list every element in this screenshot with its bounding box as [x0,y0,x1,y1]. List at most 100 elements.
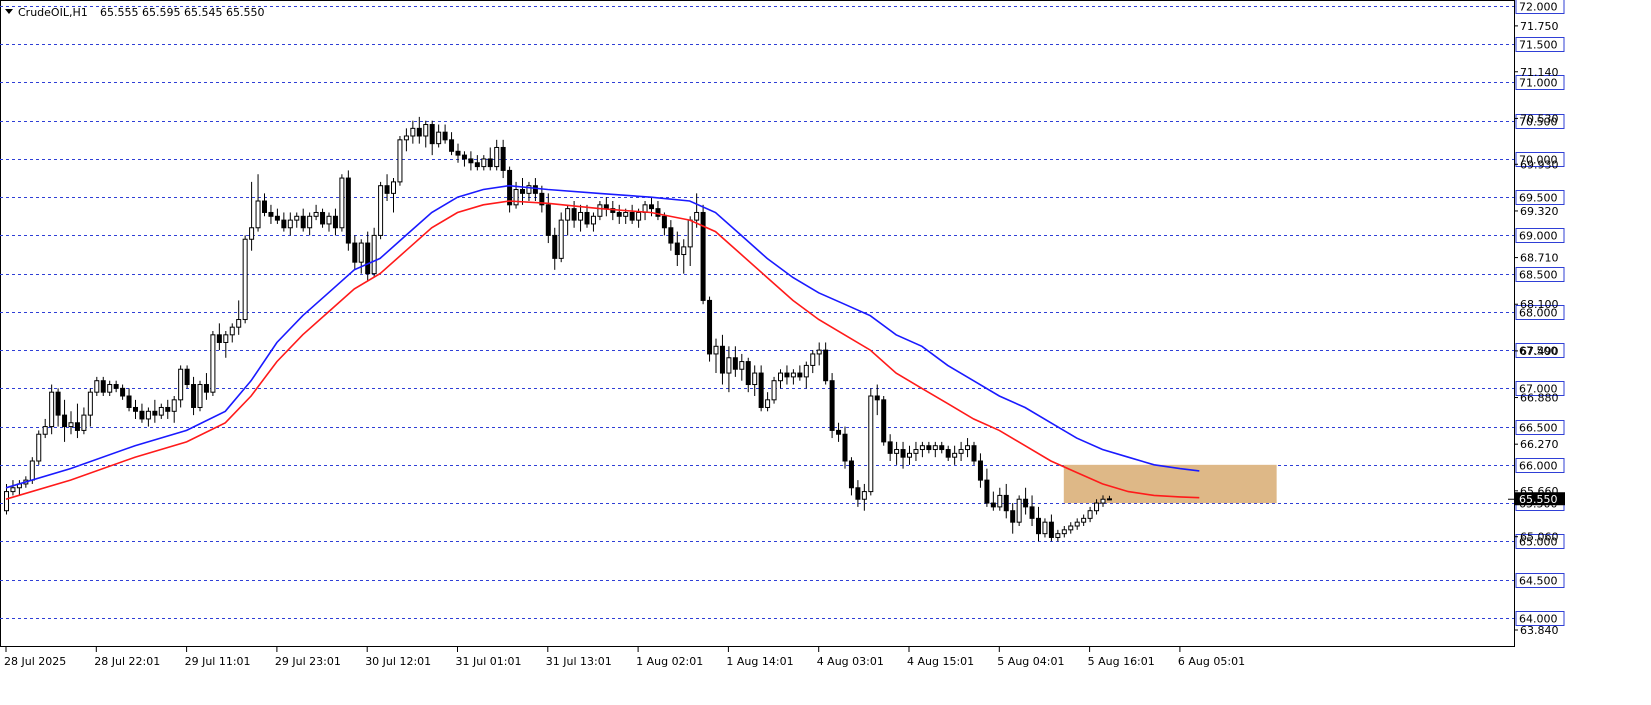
candle[interactable] [642,201,648,221]
candle[interactable] [765,392,771,412]
candle[interactable] [10,480,16,496]
candle[interactable] [68,411,74,435]
candle[interactable] [526,181,532,201]
candle[interactable] [1016,495,1022,526]
candle[interactable] [739,353,745,381]
candle[interactable] [184,365,190,389]
candle[interactable] [223,331,229,358]
candle[interactable] [707,296,713,362]
candle[interactable] [178,365,184,408]
candle[interactable] [461,151,467,167]
candle[interactable] [803,361,809,389]
candle[interactable] [894,441,900,465]
candle[interactable] [868,388,874,496]
candle[interactable] [565,204,571,236]
candle[interactable] [145,407,151,427]
candle[interactable] [487,147,493,171]
candle[interactable] [932,441,938,458]
candle[interactable] [294,212,300,228]
candle[interactable] [481,155,487,171]
candle[interactable] [100,376,106,396]
candle[interactable] [1003,483,1009,519]
candle[interactable] [313,204,319,221]
candle[interactable] [416,116,422,144]
candle[interactable] [126,388,132,412]
candle[interactable] [610,201,616,221]
candle[interactable] [945,445,951,461]
candle[interactable] [616,204,622,224]
candle[interactable] [87,388,93,427]
candle[interactable] [939,441,945,454]
candle[interactable] [171,396,177,423]
candle[interactable] [203,373,209,400]
candle[interactable] [713,338,719,374]
candle[interactable] [977,453,983,488]
candle[interactable] [1036,506,1041,542]
candle[interactable] [552,227,558,270]
candle[interactable] [887,434,893,461]
candle[interactable] [352,235,358,270]
candle[interactable] [520,178,525,205]
candle[interactable] [823,342,829,385]
candle[interactable] [881,396,887,446]
candle[interactable] [210,331,216,396]
candle[interactable] [436,124,442,148]
candle[interactable] [984,468,990,507]
candle[interactable] [287,212,293,236]
candle[interactable] [397,136,403,186]
candle[interactable] [507,166,513,213]
candle[interactable] [139,403,145,423]
candle[interactable] [836,422,842,442]
candle[interactable] [990,491,996,511]
candle[interactable] [597,201,603,221]
candle[interactable] [391,178,396,213]
candle[interactable] [900,441,906,469]
candle[interactable] [778,369,783,389]
candle[interactable] [500,139,506,179]
candle[interactable] [165,399,171,419]
candle[interactable] [674,231,680,266]
candle[interactable] [1081,514,1087,526]
candle[interactable] [797,365,803,381]
candle[interactable] [1055,529,1061,542]
candle[interactable] [36,430,42,465]
candle[interactable] [378,181,384,240]
candle[interactable] [668,220,674,251]
candle[interactable] [926,441,932,454]
candle[interactable] [158,403,164,419]
candle[interactable] [861,483,867,511]
candle[interactable] [49,384,55,435]
candle[interactable] [468,151,474,171]
candle[interactable] [365,231,371,282]
candle[interactable] [94,376,100,396]
candle[interactable] [423,120,429,148]
candle[interactable] [952,445,958,465]
candle[interactable] [997,487,1003,511]
candle[interactable] [1029,495,1035,526]
candle[interactable] [236,300,242,335]
candle[interactable] [790,369,796,385]
candle[interactable] [1068,522,1074,534]
candle[interactable] [281,212,287,232]
candle[interactable] [771,376,777,404]
candle[interactable] [55,388,61,427]
candle[interactable] [255,174,261,232]
candle[interactable] [81,407,87,435]
candle[interactable] [578,204,584,232]
candle[interactable] [216,323,222,351]
candle[interactable] [1048,514,1054,542]
candle[interactable] [229,323,235,343]
candle[interactable] [1074,518,1080,530]
candle[interactable] [62,399,68,442]
candle[interactable] [274,208,280,224]
chart-canvas[interactable]: 72.00071.50071.00070.50070.00069.50069.0… [0,0,1651,705]
candle[interactable] [784,365,790,385]
candle[interactable] [829,373,835,439]
candle[interactable] [919,441,925,458]
price-zone[interactable] [1063,464,1277,504]
candle[interactable] [384,174,390,201]
candle[interactable] [1042,518,1048,538]
candle[interactable] [571,201,577,228]
price-chart[interactable]: 72.000 71.500 71.000 70.500 70.000 69.500 69.0… [0,0,1651,705]
candle[interactable] [842,426,848,469]
